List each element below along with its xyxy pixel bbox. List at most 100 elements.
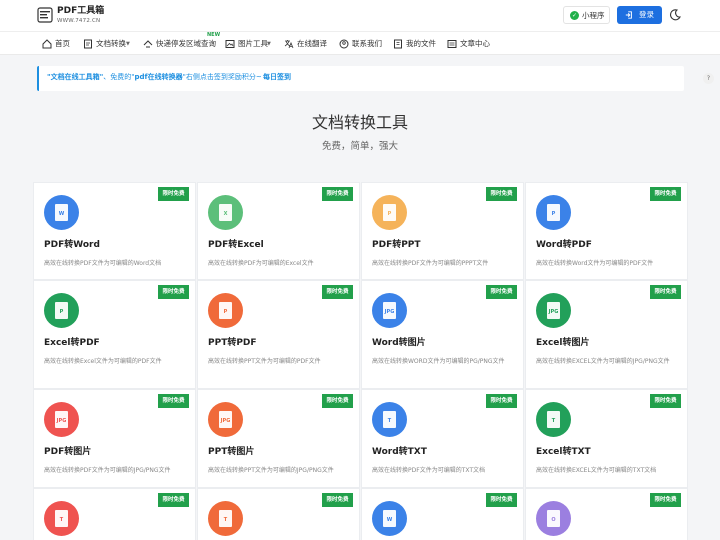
tool-description: 高效在线转换PDF文件为可编辑的Word文档	[44, 260, 162, 267]
nav-label: 我的文件	[406, 39, 436, 48]
tool-card[interactable]: 限时免费 JPG PPT转图片 高效在线转换PPT文件为可编辑的JPG/PNG文件	[197, 389, 360, 488]
free-badge: 限时免费	[158, 493, 189, 507]
nav-item-translate[interactable]: 在线翻译	[284, 37, 329, 51]
free-badge: 限时免费	[158, 187, 189, 201]
miniprogram-button[interactable]: ✓ 小程序	[563, 6, 610, 24]
tool-symbol: T	[59, 517, 64, 523]
tool-description: 高效在线转换PPT文件为可编辑的JPG/PNG文件	[208, 467, 334, 474]
free-badge: 限时免费	[486, 493, 517, 507]
tool-card[interactable]: 限时免费 T	[33, 488, 196, 540]
tool-title: PDF转图片	[44, 447, 92, 457]
tool-card[interactable]: 限时免费 O	[525, 488, 688, 540]
free-badge: 限时免费	[322, 285, 353, 299]
daily-signin-link[interactable]: 每日签到	[263, 72, 291, 83]
tool-card[interactable]: 限时免费 JPG Word转图片 高效在线转换WORD文件为可编辑的PG/PNG文件	[361, 280, 524, 389]
nav-label: 文章中心	[460, 39, 490, 48]
tool-card[interactable]: 限时免费 W	[361, 488, 524, 540]
tool-symbol: JPG	[384, 309, 395, 315]
tool-title: Word转TXT	[372, 447, 427, 457]
miniprogram-icon: ✓	[570, 11, 579, 20]
tool-symbol: T	[223, 517, 228, 523]
tool-symbol: JPG	[220, 418, 231, 424]
notice-part1: "文档在线工具箱"	[47, 73, 104, 81]
translate-icon	[284, 40, 294, 49]
tool-card[interactable]: 限时免费 T Word转TXT 高效在线转换PDF文件为可编辑的TXT文档	[361, 389, 524, 488]
miniprogram-label: 小程序	[582, 11, 605, 20]
nav-item-delivery[interactable]: 快递停发区域查询	[143, 37, 216, 51]
nav-label: 文档转换	[96, 39, 126, 48]
tool-icon: T	[208, 501, 243, 536]
tool-description: 高效在线转换PDF为可编辑的Excel文件	[208, 260, 314, 267]
tool-symbol: O	[551, 517, 556, 523]
tool-icon: W	[372, 501, 407, 536]
nav-item-doc-convert[interactable]: 文档转换 ▼	[83, 37, 135, 51]
tool-card[interactable]: 限时免费 P Word转PDF 高效在线转换Word文件为可编辑的PDF文件	[525, 182, 688, 280]
dark-mode-icon[interactable]	[668, 8, 682, 22]
tool-title: Excel转图片	[536, 338, 590, 348]
file-icon	[394, 39, 402, 49]
tool-card[interactable]: 限时免费 T Excel转TXT 高效在线转换EXCEL文件为可编辑的TXT文档	[525, 389, 688, 488]
free-badge: 限时免费	[486, 394, 517, 408]
nav-label: 在线翻译	[297, 39, 327, 48]
tool-card[interactable]: 限时免费 P PPT转PDF 高效在线转换PPT文件为可编辑的PDF文件	[197, 280, 360, 389]
tool-description: 高效在线转换PPT文件为可编辑的PDF文件	[208, 358, 321, 365]
tool-card[interactable]: 限时免费 W PDF转Word 高效在线转换PDF文件为可编辑的Word文档	[33, 182, 196, 280]
tool-symbol: P	[223, 309, 228, 315]
tool-card[interactable]: 限时免费 X PDF转Excel 高效在线转换PDF为可编辑的Excel文件	[197, 182, 360, 280]
chevron-down-icon: ▼	[267, 41, 271, 47]
free-badge: 限时免费	[650, 493, 681, 507]
help-icon[interactable]: ?	[703, 73, 714, 84]
tool-title: PPT转图片	[208, 447, 255, 457]
page-subtitle: 免费，简单，强大	[321, 141, 398, 152]
free-badge: 限时免费	[650, 394, 681, 408]
notice-bar: "文档在线工具箱"、免费的"pdf在线转换器"右侧点击签到奖励积分~ 每日签到 …	[37, 66, 714, 91]
free-badge: 限时免费	[158, 394, 189, 408]
tool-symbol: T	[551, 418, 556, 424]
logo-icon	[37, 7, 53, 23]
tool-title: Excel转PDF	[44, 338, 100, 348]
tool-icon: JPG	[208, 402, 243, 437]
nav-label: 快递停发区域查询	[156, 39, 216, 48]
home-icon	[42, 39, 52, 49]
nav-item-image-tools[interactable]: 图片工具 ▼	[225, 37, 275, 51]
tool-icon: T	[536, 402, 571, 437]
tool-title: PDF转Excel	[208, 240, 264, 250]
free-badge: 限时免费	[158, 285, 189, 299]
login-icon	[625, 11, 632, 19]
tool-icon: P	[44, 293, 79, 328]
delivery-icon	[143, 40, 153, 48]
tool-description: 高效在线转换PDF文件为可编辑的JPG/PNG文件	[44, 467, 171, 474]
tool-icon: P	[536, 195, 571, 230]
notice-part3: pdf在线转换器	[134, 73, 183, 81]
free-badge: 限时免费	[650, 285, 681, 299]
tool-card[interactable]: 限时免费 JPG PDF转图片 高效在线转换PDF文件为可编辑的JPG/PNG文件	[33, 389, 196, 488]
tool-description: 高效在线转换WORD文件为可编辑的PG/PNG文件	[372, 358, 505, 365]
logo[interactable]: PDF工具箱 WWW.7472.CN	[37, 5, 157, 27]
nav-label: 联系我们	[352, 39, 382, 48]
free-badge: 限时免费	[486, 187, 517, 201]
tool-symbol: P	[551, 211, 556, 217]
main-nav: 首页 文档转换 ▼ 快递停发区域查询 NEW 图片工具 ▼ 在线翻译 联系我们 …	[0, 31, 720, 55]
tool-description: 高效在线转换EXCEL文件为可编辑的JPG/PNG文件	[536, 358, 670, 365]
tool-title: PDF转Word	[44, 240, 100, 250]
tool-description: 高效在线转换PDF文件为可编辑的PPPT文件	[372, 260, 489, 267]
article-icon	[447, 40, 457, 48]
nav-item-my-files[interactable]: 我的文件	[393, 37, 438, 51]
tool-card[interactable]: 限时免费 T	[197, 488, 360, 540]
header: PDF工具箱 WWW.7472.CN ✓ 小程序 登录	[0, 0, 720, 31]
tool-card[interactable]: 限时免费 P PDF转PPT 高效在线转换PDF文件为可编辑的PPPT文件	[361, 182, 524, 280]
tool-card[interactable]: 限时免费 P Excel转PDF 高效在线转换Excel文件为可编辑的PDF文件	[33, 280, 196, 389]
tool-icon: T	[372, 402, 407, 437]
tool-symbol: P	[59, 309, 64, 315]
login-button[interactable]: 登录	[617, 6, 662, 24]
notice-part4: "右侧点击签到奖励积分~	[182, 73, 262, 81]
nav-item-articles[interactable]: 文章中心	[447, 37, 492, 51]
nav-item-home[interactable]: 首页	[42, 37, 76, 51]
nav-item-contact[interactable]: 联系我们	[339, 37, 384, 51]
tool-symbol: T	[387, 418, 392, 424]
tool-icon: O	[536, 501, 571, 536]
tool-title: Word转PDF	[536, 240, 592, 250]
tool-symbol: X	[223, 211, 228, 217]
image-icon	[225, 40, 235, 48]
tool-card[interactable]: 限时免费 JPG Excel转图片 高效在线转换EXCEL文件为可编辑的JPG/PNG…	[525, 280, 688, 389]
